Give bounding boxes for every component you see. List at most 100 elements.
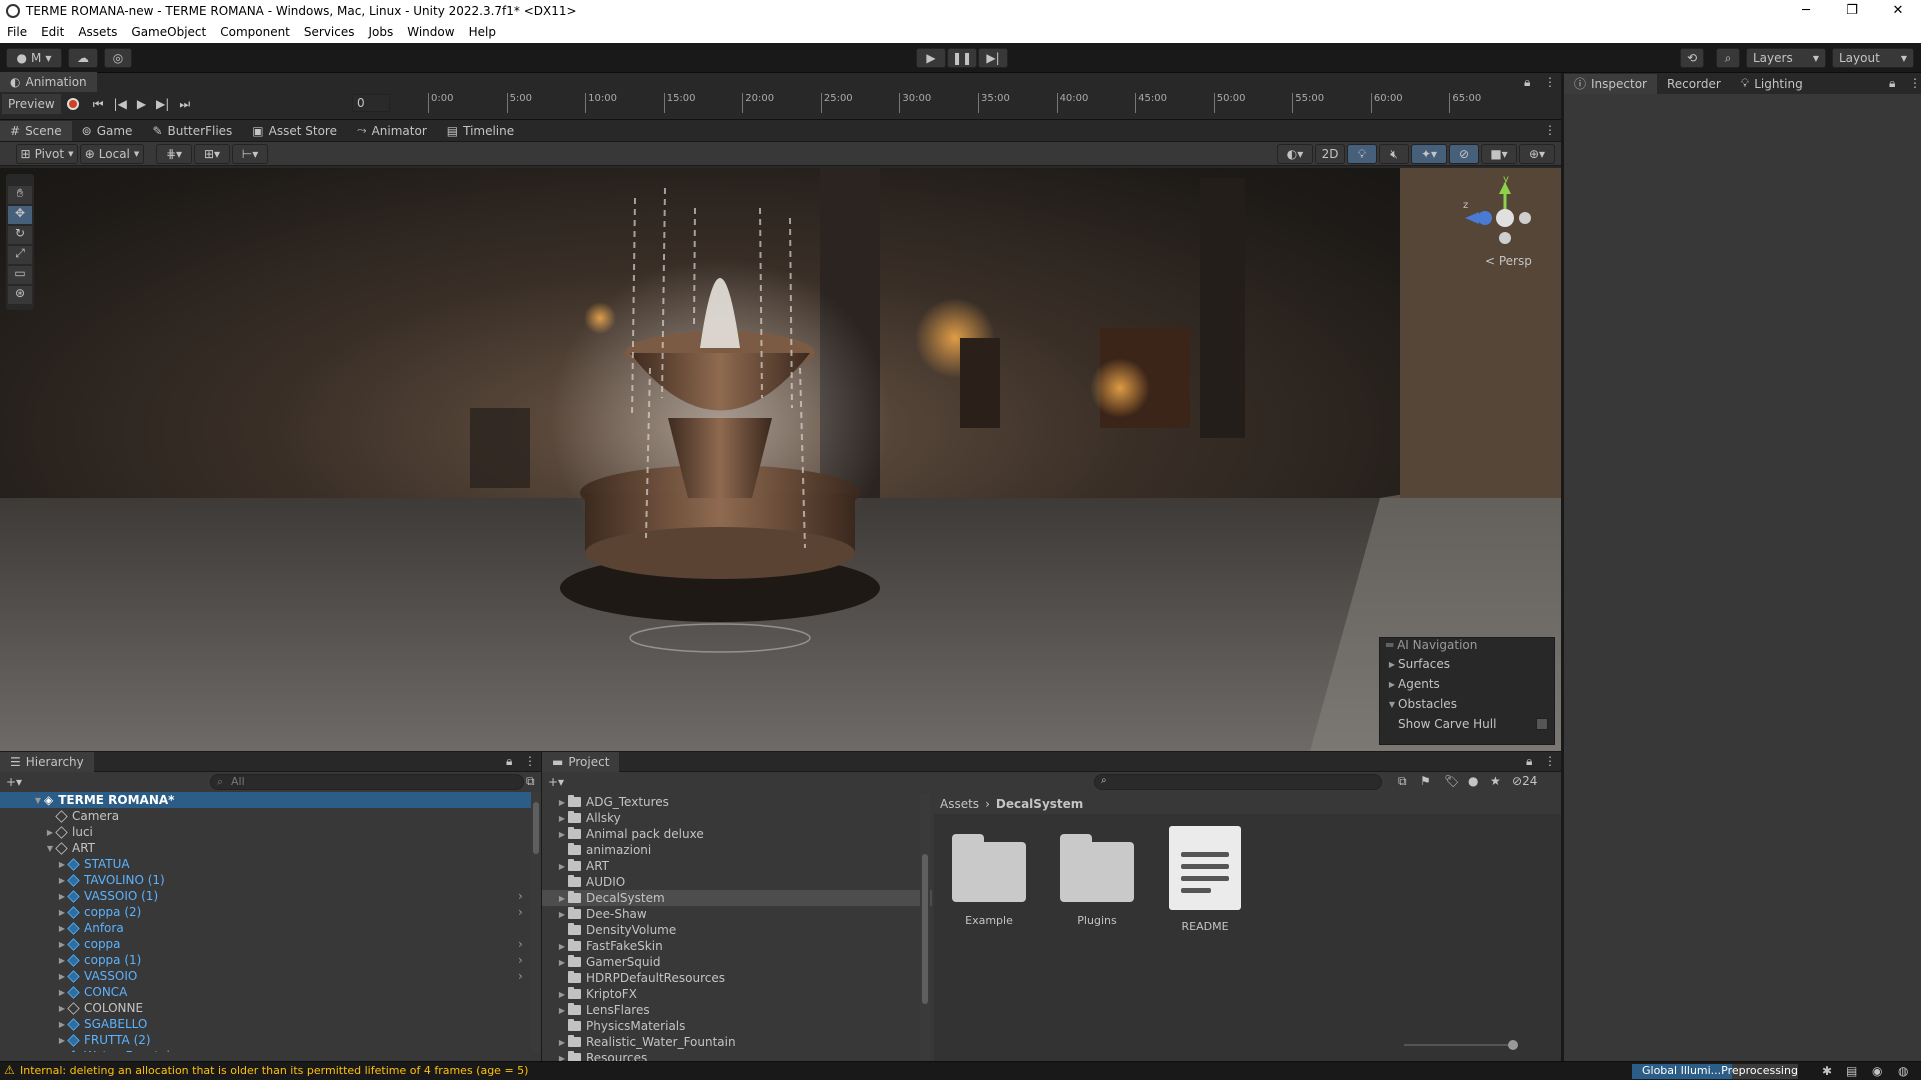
hierarchy-item[interactable]: ▶ TAVOLINO (1) <box>0 872 541 888</box>
tab-inspector[interactable]: ⓘ Inspector <box>1564 73 1657 94</box>
tab-butterflies[interactable]: ✎ ButterFlies <box>142 121 242 141</box>
record-icon[interactable] <box>66 98 79 110</box>
more-options-icon[interactable]: ⋮ <box>1909 76 1921 90</box>
maximize-button[interactable]: ❐ <box>1829 0 1875 21</box>
project-folder-item[interactable]: ▶ ART <box>542 858 932 874</box>
chevron-right-icon[interactable]: ▶ <box>556 894 568 903</box>
project-folder-item[interactable]: ▶ ADG_Textures <box>542 794 932 810</box>
move-tool-icon[interactable]: ✥ <box>8 206 32 224</box>
increment-snap-button[interactable]: ⊞▾ <box>194 143 230 164</box>
project-folder-item[interactable]: ▶ Allsky <box>542 810 932 826</box>
menu-assets[interactable]: Assets <box>71 25 124 39</box>
timeline-ruler[interactable]: 0:00 5:00 10:00 15:00 20:00 25:00 30:00 35:00 40… <box>428 91 1548 117</box>
asset-example[interactable]: Example <box>952 834 1026 927</box>
asset-readme[interactable]: README <box>1168 826 1242 933</box>
project-folder-item[interactable]: ▶ FastFakeSkin <box>542 938 932 954</box>
hierarchy-search-input[interactable]: ⌕ All <box>210 774 524 790</box>
tab-lighting[interactable]: 💡︎ Lighting <box>1731 74 1813 94</box>
menu-edit[interactable]: Edit <box>34 25 71 39</box>
open-prefab-icon[interactable]: › <box>518 953 523 967</box>
chevron-right-icon[interactable]: ▶ <box>556 862 568 871</box>
gizmos-button[interactable]: ⊕▾ <box>1519 144 1555 164</box>
warning-icon[interactable]: ● <box>1468 774 1478 788</box>
audio-toggle[interactable]: 🔇︎ <box>1379 144 1409 164</box>
layout-dropdown[interactable]: Layout ▼ <box>1832 48 1914 68</box>
chevron-right-icon[interactable]: ▶ <box>556 910 568 919</box>
tab-animator[interactable]: ⤳ Animator <box>347 121 437 141</box>
open-prefab-icon[interactable]: › <box>518 969 523 983</box>
hierarchy-item[interactable]: ▶ STATUA <box>0 856 541 872</box>
chevron-right-icon[interactable]: ▶ <box>556 1038 568 1047</box>
menu-file[interactable]: File <box>0 25 34 39</box>
chevron-right-icon[interactable]: ▶ <box>56 1052 68 1053</box>
hierarchy-item[interactable]: ▶ SGABELLO <box>0 1016 541 1032</box>
hierarchy-item[interactable]: ▶ VASSOIO › <box>0 968 541 984</box>
play-anim-icon[interactable]: ▶ <box>137 97 146 111</box>
hierarchy-item[interactable]: ▶ Anfora <box>0 920 541 936</box>
history-button[interactable]: ⟲ <box>1680 48 1704 68</box>
search-button[interactable]: ⌕ <box>1716 48 1740 68</box>
menu-jobs[interactable]: Jobs <box>362 25 401 39</box>
grid-snap-button[interactable]: ⋕▾ <box>156 143 192 164</box>
console-message[interactable]: Internal: deleting an allocation that is… <box>20 1064 528 1077</box>
pivot-dropdown[interactable]: ⊞ Pivot ▼ <box>16 143 78 164</box>
hierarchy-item[interactable]: Camera <box>0 808 541 824</box>
asset-plugins[interactable]: Plugins <box>1060 834 1134 927</box>
close-button[interactable]: ✕ <box>1875 0 1921 21</box>
chevron-right-icon[interactable]: ▶ <box>556 1006 568 1015</box>
label-icon[interactable]: 🏷︎ <box>1444 774 1459 788</box>
more-options-icon[interactable]: ⋮ <box>1544 754 1556 768</box>
hidden-packages-icon[interactable]: ⊘24 <box>1512 774 1537 788</box>
tab-recorder[interactable]: Recorder <box>1657 74 1731 94</box>
hierarchy-item[interactable]: ▶ coppa › <box>0 936 541 952</box>
ai-nav-surfaces[interactable]: ▶ Surfaces <box>1380 654 1554 674</box>
step-button[interactable]: ▶| <box>978 48 1008 68</box>
hidden-objects-toggle[interactable]: ⊘ <box>1449 144 1479 164</box>
next-key-icon[interactable]: ▶| <box>156 97 169 111</box>
hierarchy-item[interactable]: ▶ coppa (2) › <box>0 904 541 920</box>
lock-icon[interactable]: 🔒︎ <box>1526 754 1532 769</box>
scene-root-row[interactable]: ▼ ◈ TERME ROMANA* <box>0 792 541 808</box>
breadcrumb-assets[interactable]: Assets <box>940 797 979 811</box>
more-options-icon[interactable]: ⋮ <box>1544 123 1556 137</box>
orientation-gizmo[interactable]: y z < Persp <box>1455 174 1555 268</box>
camera-settings-button[interactable]: ■▾ <box>1481 144 1517 164</box>
hierarchy-item[interactable]: ▶ COLONNE <box>0 1000 541 1016</box>
scene-viewport[interactable]: ✋︎ ✥ ↻ ⤢ ▭ ⊛ y z < Persp ═ AI Navigation… <box>0 168 1561 751</box>
rotate-tool-icon[interactable]: ↻ <box>8 226 32 244</box>
more-options-icon[interactable]: ⋮ <box>1544 75 1556 89</box>
tab-game[interactable]: ⊚ Game <box>72 121 143 141</box>
project-folder-item[interactable]: DensityVolume <box>542 922 932 938</box>
project-folder-item[interactable]: PhysicsMaterials <box>542 1018 932 1034</box>
cache-icon[interactable]: ◉ <box>1872 1064 1882 1078</box>
chevron-right-icon[interactable]: ▶ <box>556 990 568 999</box>
project-folder-item[interactable]: ▶ KriptoFX <box>542 986 932 1002</box>
menu-component[interactable]: Component <box>213 25 297 39</box>
lighting-toggle[interactable]: 💡︎ <box>1347 144 1377 164</box>
hand-tool-icon[interactable]: ✋︎ <box>8 186 32 204</box>
hierarchy-item[interactable]: ▶ FRUTTA (2) <box>0 1032 541 1048</box>
frame-field[interactable]: 0 <box>352 94 390 112</box>
menu-gameobject[interactable]: GameObject <box>124 25 213 39</box>
search-by-type-icon[interactable]: ⧉ <box>1398 774 1407 789</box>
breadcrumb-decalsystem[interactable]: DecalSystem <box>996 797 1083 811</box>
lock-icon[interactable]: 🔒︎ <box>506 754 512 769</box>
inbox-icon[interactable]: ▤ <box>1846 1064 1857 1078</box>
hierarchy-scrollbar[interactable] <box>531 792 541 1052</box>
lock-icon[interactable]: 🔒︎ <box>1524 75 1530 90</box>
chevron-right-icon[interactable]: ▶ <box>556 942 568 951</box>
scene-visibility-icon[interactable]: ⧉ <box>526 774 535 789</box>
layers-dropdown[interactable]: Layers ▼ <box>1746 48 1826 68</box>
hierarchy-item[interactable]: ▶ CONCA <box>0 984 541 1000</box>
menu-help[interactable]: Help <box>462 25 503 39</box>
icon-size-slider[interactable] <box>1364 1040 1524 1050</box>
chevron-right-icon[interactable]: ▶ <box>556 830 568 839</box>
drag-handle-icon[interactable]: ═ <box>1386 638 1393 652</box>
star-icon[interactable]: ★ <box>1490 774 1501 788</box>
hierarchy-item[interactable]: ▼ ART <box>0 840 541 856</box>
project-folder-item[interactable]: HDRPDefaultResources <box>542 970 932 986</box>
menu-window[interactable]: Window <box>400 25 461 39</box>
pause-button[interactable]: ❚❚ <box>947 48 977 68</box>
debug-icon[interactable]: ✱ <box>1822 1064 1832 1078</box>
effects-toggle[interactable]: ✦▾ <box>1411 144 1447 164</box>
